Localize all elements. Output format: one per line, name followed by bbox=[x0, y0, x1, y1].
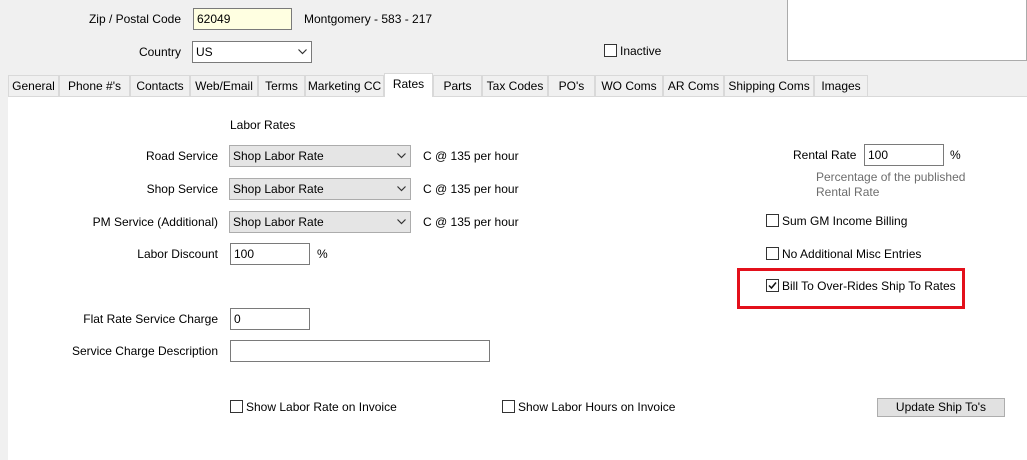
sum-gm-income-label: Sum GM Income Billing bbox=[782, 214, 908, 228]
rental-rate-note-line1: Percentage of the published bbox=[816, 170, 966, 184]
tab-phones[interactable]: Phone #'s bbox=[59, 75, 130, 96]
show-labor-rate-label: Show Labor Rate on Invoice bbox=[246, 400, 397, 414]
tab-web-email[interactable]: Web/Email bbox=[190, 75, 258, 96]
service-charge-desc-label: Service Charge Description bbox=[71, 344, 218, 358]
road-service-label: Road Service bbox=[145, 149, 218, 163]
sum-gm-income-checkbox[interactable] bbox=[766, 214, 779, 227]
flat-rate-input[interactable] bbox=[230, 308, 310, 330]
chevron-down-icon bbox=[396, 179, 406, 199]
tab-marketing-cc[interactable]: Marketing CC bbox=[305, 75, 384, 96]
road-service-rate-info: C @ 135 per hour bbox=[423, 149, 519, 163]
pm-service-rate-info: C @ 135 per hour bbox=[423, 215, 519, 229]
rental-rate-input[interactable] bbox=[864, 144, 944, 166]
inactive-checkbox[interactable] bbox=[604, 44, 617, 57]
chevron-down-icon bbox=[297, 42, 307, 62]
tab-terms[interactable]: Terms bbox=[258, 75, 305, 96]
road-service-value: Shop Labor Rate bbox=[233, 149, 324, 163]
show-labor-hours-checkbox[interactable] bbox=[502, 400, 515, 413]
chevron-down-icon bbox=[396, 212, 406, 232]
service-charge-desc-input[interactable] bbox=[230, 340, 490, 362]
pm-service-label: PM Service (Additional) bbox=[92, 215, 218, 229]
pm-service-value: Shop Labor Rate bbox=[233, 215, 324, 229]
tab-contacts[interactable]: Contacts bbox=[130, 75, 190, 96]
update-ship-tos-button[interactable]: Update Ship To's bbox=[877, 398, 1005, 417]
flat-rate-label: Flat Rate Service Charge bbox=[83, 312, 218, 326]
tab-images[interactable]: Images bbox=[814, 75, 868, 96]
zip-input[interactable] bbox=[193, 8, 292, 30]
zip-label: Zip / Postal Code bbox=[88, 12, 181, 26]
labor-discount-label: Labor Discount bbox=[137, 247, 218, 261]
no-misc-entries-checkbox[interactable] bbox=[766, 247, 779, 260]
shop-service-label: Shop Service bbox=[146, 182, 218, 196]
country-select[interactable]: US bbox=[192, 41, 312, 63]
shop-service-select[interactable]: Shop Labor Rate bbox=[229, 178, 411, 200]
tab-ar-coms[interactable]: AR Coms bbox=[663, 75, 724, 96]
rental-rate-percent: % bbox=[950, 148, 961, 162]
shop-service-value: Shop Labor Rate bbox=[233, 182, 324, 196]
zip-city-info: Montgomery - 583 - 217 bbox=[304, 12, 433, 26]
tab-wo-coms[interactable]: WO Coms bbox=[595, 75, 663, 96]
show-labor-hours-label: Show Labor Hours on Invoice bbox=[518, 400, 676, 414]
no-misc-entries-label: No Additional Misc Entries bbox=[782, 247, 922, 261]
shop-service-rate-info: C @ 135 per hour bbox=[423, 182, 519, 196]
chevron-down-icon bbox=[396, 146, 406, 166]
tab-general[interactable]: General bbox=[8, 75, 59, 96]
tab-parts[interactable]: Parts bbox=[433, 75, 482, 96]
labor-rates-title: Labor Rates bbox=[230, 118, 296, 132]
tab-pos[interactable]: PO's bbox=[548, 75, 595, 96]
highlight-box bbox=[737, 268, 965, 309]
pm-service-select[interactable]: Shop Labor Rate bbox=[229, 211, 411, 233]
tab-tax-codes[interactable]: Tax Codes bbox=[482, 75, 548, 96]
road-service-select[interactable]: Shop Labor Rate bbox=[229, 145, 411, 167]
tab-shipping-coms[interactable]: Shipping Coms bbox=[724, 75, 814, 96]
rental-rate-note-line2: Rental Rate bbox=[816, 185, 880, 199]
country-value: US bbox=[196, 45, 213, 59]
address-textbox[interactable] bbox=[787, 0, 1027, 61]
show-labor-rate-checkbox[interactable] bbox=[230, 400, 243, 413]
inactive-label: Inactive bbox=[620, 44, 662, 58]
labor-discount-percent: % bbox=[317, 247, 328, 261]
country-label: Country bbox=[138, 45, 181, 59]
tab-rates[interactable]: Rates bbox=[384, 73, 433, 97]
labor-discount-input[interactable] bbox=[230, 243, 310, 265]
rental-rate-label: Rental Rate bbox=[793, 148, 857, 162]
